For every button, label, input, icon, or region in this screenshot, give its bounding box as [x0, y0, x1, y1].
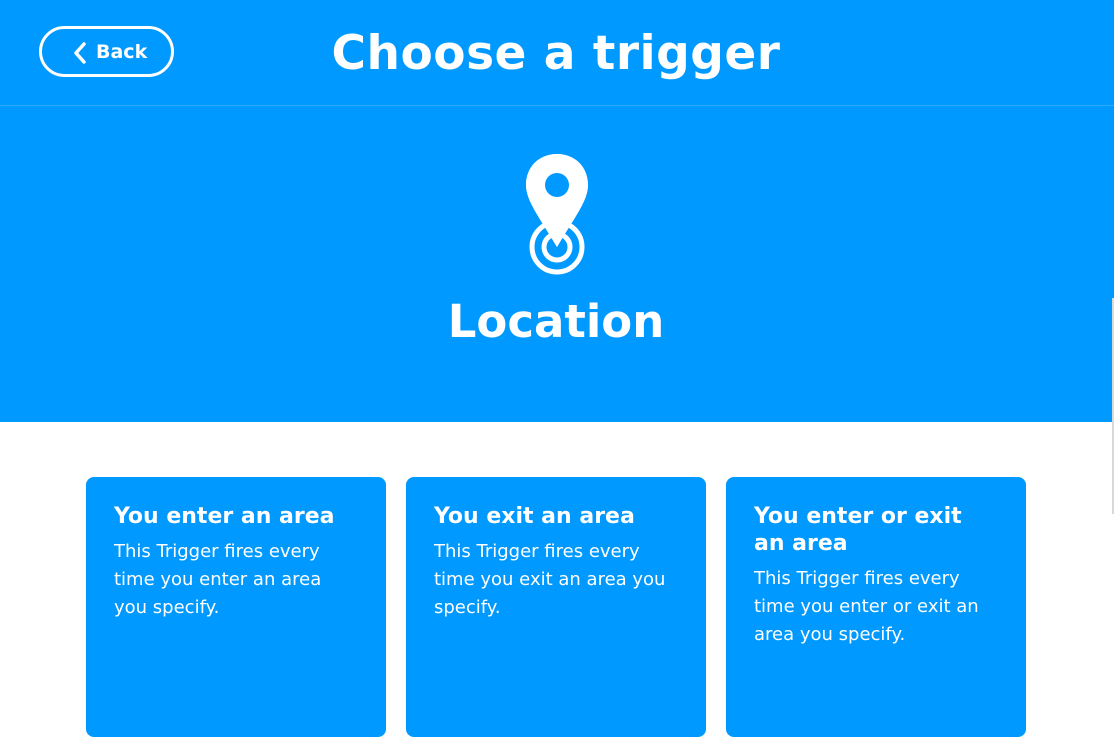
service-name: Location — [447, 295, 665, 348]
trigger-description: This Trigger fires every time you exit a… — [434, 541, 666, 618]
page-title: Choose a trigger — [331, 26, 781, 81]
trigger-card-exit-area[interactable]: You exit an area This Trigger fires ever… — [406, 477, 706, 737]
trigger-card-enter-or-exit-area[interactable]: You enter or exit an area This Trigger f… — [726, 477, 1026, 737]
trigger-description: This Trigger fires every time you enter … — [114, 541, 322, 618]
service-hero: Location — [0, 106, 1114, 422]
trigger-card-enter-area[interactable]: You enter an area This Trigger fires eve… — [86, 477, 386, 737]
location-pin-icon — [526, 154, 588, 275]
trigger-title: You enter an area — [114, 504, 335, 529]
trigger-title: You enter or exit an area — [754, 504, 962, 556]
trigger-description: This Trigger fires every time you enter … — [754, 568, 979, 645]
trigger-title: You exit an area — [434, 504, 635, 529]
header-bar: Back Choose a trigger — [0, 0, 1114, 106]
